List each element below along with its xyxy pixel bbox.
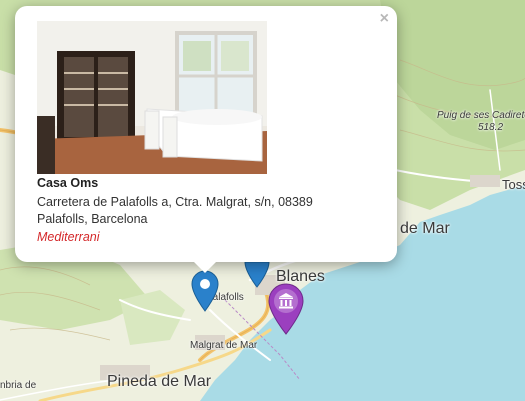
place-address: Carretera de Palafolls a, Ctra. Malgrat,… [37,194,367,228]
popup-tip [193,261,217,273]
restaurant-photo [37,21,267,174]
close-icon[interactable]: × [380,10,389,28]
town-label-malgrat: Malgrat de Mar [190,340,258,351]
sea-label: de Mar [400,220,450,237]
peak-elevation-label: 518.2 [478,122,504,133]
town-label-calella: nbria de [0,380,37,391]
address-line-1: Carretera de Palafolls a, Ctra. Malgrat,… [37,195,313,209]
place-name: Casa Oms [37,176,99,190]
town-label-pineda: Pineda de Mar [107,373,212,390]
cuisine-link[interactable]: Mediterrani [37,230,100,244]
museum-marker-icon[interactable] [267,283,305,335]
address-line-2: Palafolls, Barcelona [37,212,148,226]
place-popup: × Casa Oms Carretera de Palafolls a, Ctr… [15,6,397,262]
town-label-tossa: Toss [502,177,525,192]
peak-label: Puig de ses Cadiretes [437,110,525,121]
restaurant-marker-icon[interactable] [190,270,220,312]
